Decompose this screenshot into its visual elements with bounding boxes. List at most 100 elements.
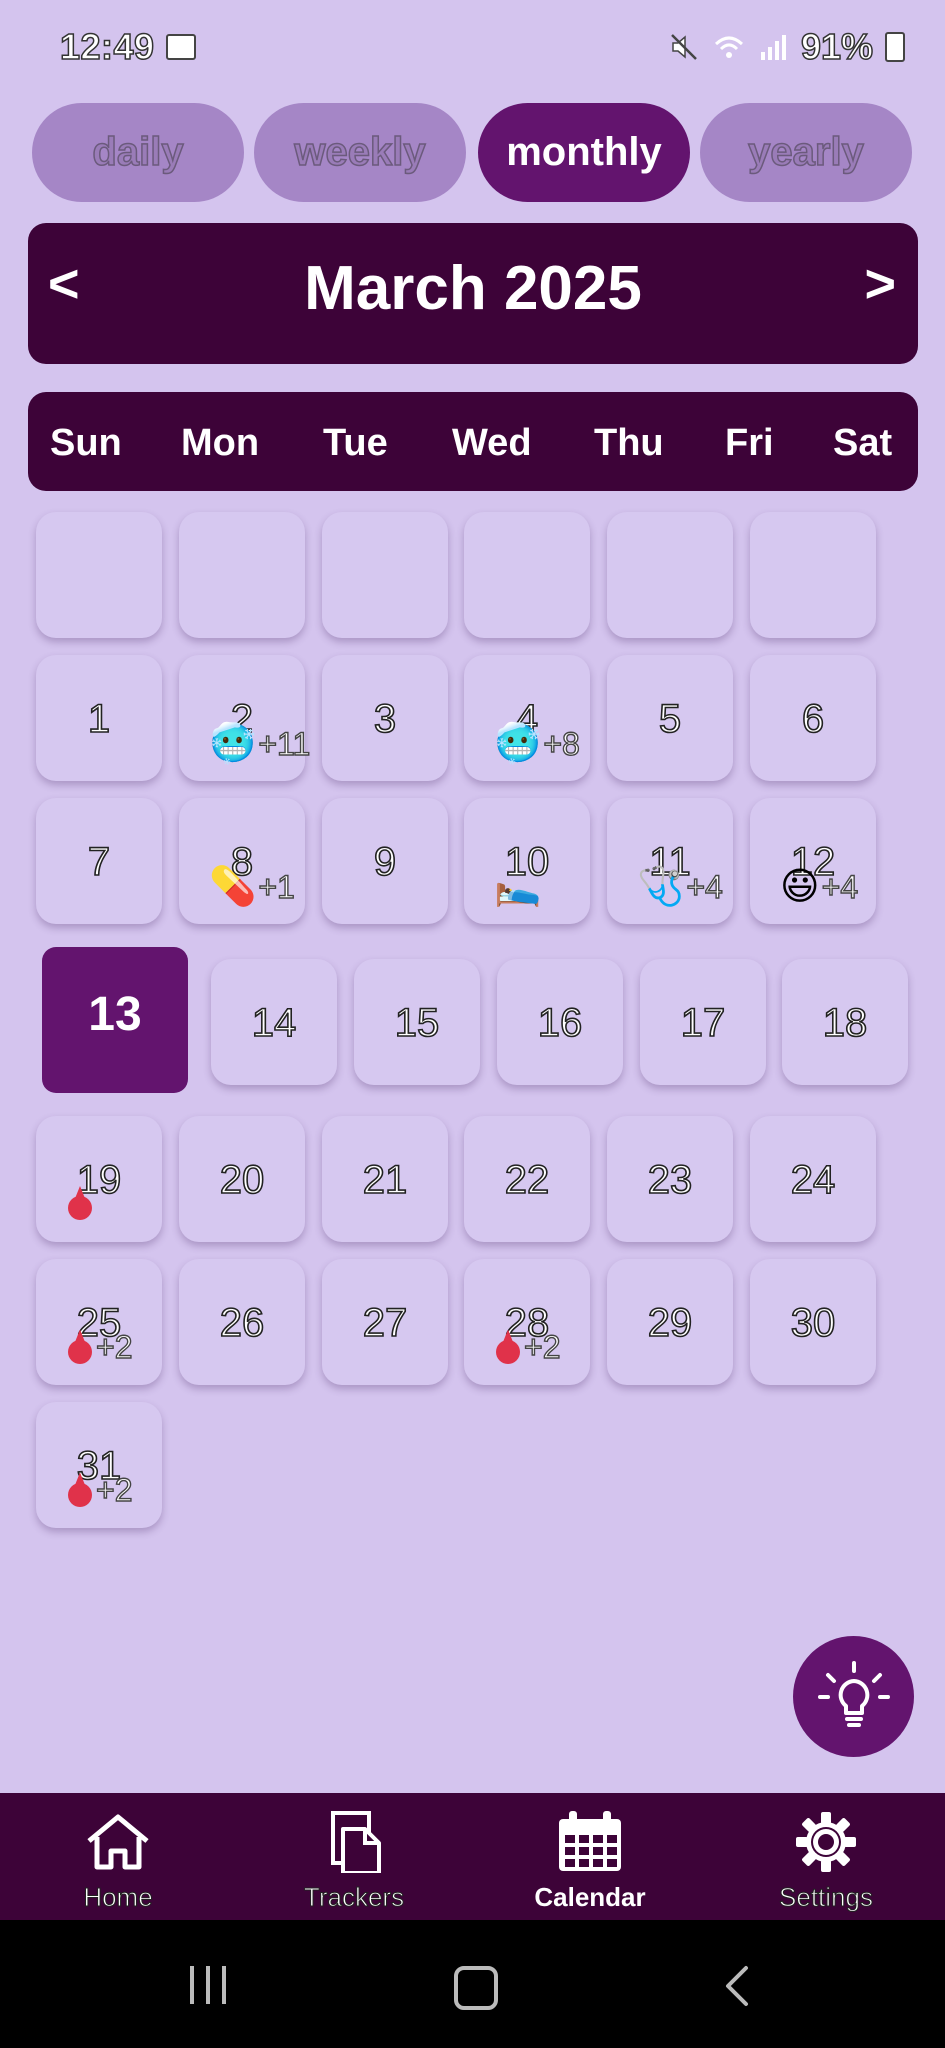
more-events-count: +2 [95,1328,133,1365]
day-cell[interactable]: 16 [497,959,623,1085]
day-number: 7 [87,839,111,885]
day-number: 13 [88,988,142,1041]
day-events: 🩺 +4 [637,868,724,906]
event-emoji-icon: 🛌 [494,866,542,908]
day-cell[interactable]: 12 😃 +4 [750,798,876,924]
nav-home[interactable]: Home [38,1811,198,1913]
day-number: 9 [373,839,397,885]
day-cell[interactable]: 20 [179,1116,305,1242]
day-cell[interactable]: 31 +2 [36,1402,162,1528]
empty-day-cell [607,512,733,638]
image-notification-icon [166,34,196,60]
more-events-count: +4 [686,868,724,905]
day-number: 3 [373,696,397,742]
tab-daily[interactable]: daily [32,103,244,202]
day-cell[interactable]: 21 [322,1116,448,1242]
weekday-label: Tue [323,422,388,464]
day-cell[interactable]: 27 [322,1259,448,1385]
day-cell[interactable]: 7 [36,798,162,924]
event-emoji-icon: 😃 [780,866,820,908]
more-events-count: +11 [258,725,311,762]
trackers-icon [331,1811,381,1875]
day-number: 20 [219,1157,265,1203]
more-events-count: +8 [543,725,581,762]
nav-label: Trackers [303,1882,405,1913]
day-cell[interactable]: 18 [782,959,908,1085]
day-cell[interactable]: 8 💊 +1 [179,798,305,924]
empty-day-cell [179,512,305,638]
day-cell[interactable]: 1 [36,655,162,781]
more-events-count: +2 [523,1328,561,1365]
day-events: +2 [66,1471,133,1509]
day-number: 24 [790,1157,836,1203]
signal-icon [760,35,786,60]
event-emoji-icon: 🥶 [209,723,257,765]
weekday-label: Mon [181,422,260,464]
day-number: 23 [647,1157,693,1203]
month-header: < March 2025 > [28,223,918,364]
day-cell[interactable]: 28 +2 [464,1259,590,1385]
day-cell[interactable]: 2 🥶 +11 [179,655,311,781]
day-cell[interactable]: 6 [750,655,876,781]
day-cell[interactable]: 10 🛌 [464,798,590,924]
more-events-count: +4 [821,868,859,905]
day-cell[interactable]: 23 [607,1116,733,1242]
nav-calendar[interactable]: Calendar [510,1811,670,1913]
tab-yearly[interactable]: yearly [700,103,912,202]
day-cell[interactable]: 9 [322,798,448,924]
month-title: March 2025 [304,254,642,323]
day-cell[interactable]: 30 [750,1259,876,1385]
tips-button[interactable] [793,1636,914,1757]
day-events: +2 [494,1328,561,1366]
blood-drop-icon [66,1186,94,1222]
wifi-icon [714,36,743,58]
day-events: 💊 +1 [209,866,296,908]
day-cell[interactable]: 22 [464,1116,590,1242]
day-cell[interactable]: 4 🥶 +8 [464,655,590,781]
day-number: 29 [647,1300,693,1346]
event-emoji-icon: 💊 [209,866,257,908]
day-cell[interactable]: 17 [640,959,766,1085]
day-cell[interactable]: 26 [179,1259,305,1385]
status-icons: 91% [669,25,905,68]
day-cell[interactable]: 29 [607,1259,733,1385]
more-events-count: +2 [95,1471,133,1508]
day-cell[interactable]: 15 [354,959,480,1085]
bottom-navigation: Home Trackers Calendar Settings [0,1793,945,1920]
day-cell[interactable]: 5 [607,655,733,781]
day-number: 6 [801,696,825,742]
day-number: 5 [658,696,682,742]
tab-weekly[interactable]: weekly [254,103,466,202]
battery-icon [885,32,905,62]
nav-settings[interactable]: Settings [746,1811,906,1913]
empty-day-cell [322,512,448,638]
gear-icon [796,1812,856,1872]
more-events-count: +1 [258,868,296,905]
day-number: 16 [537,1000,583,1046]
home-system-button[interactable] [454,1966,498,2010]
day-cell[interactable]: 11 🩺 +4 [607,798,733,924]
empty-day-cell [750,512,876,638]
day-number: 17 [680,1000,726,1046]
day-cell[interactable]: 19 [36,1116,162,1242]
day-cell[interactable]: 14 [211,959,337,1085]
day-cell-today[interactable]: 13 [42,947,188,1093]
day-events: 🥶 +8 [494,725,581,763]
recents-button[interactable] [190,1966,226,2004]
day-number: 19 [76,1157,122,1203]
day-events: 🥶 +11 [209,723,311,765]
day-cell[interactable]: 25 +2 [36,1259,162,1385]
tab-monthly[interactable]: monthly [478,103,690,202]
back-icon[interactable] [722,1964,752,2008]
home-icon [87,1814,149,1870]
weekday-label: Thu [594,422,664,464]
day-number: 1 [87,696,111,742]
weekday-label: Sat [833,422,893,464]
next-month-button[interactable]: > [864,253,896,315]
day-cell[interactable]: 24 [750,1116,876,1242]
blood-drop-icon [66,1330,94,1366]
nav-trackers[interactable]: Trackers [274,1811,434,1913]
day-cell[interactable]: 3 [322,655,448,781]
lightbulb-icon [817,1660,890,1727]
day-number: 26 [219,1300,265,1346]
